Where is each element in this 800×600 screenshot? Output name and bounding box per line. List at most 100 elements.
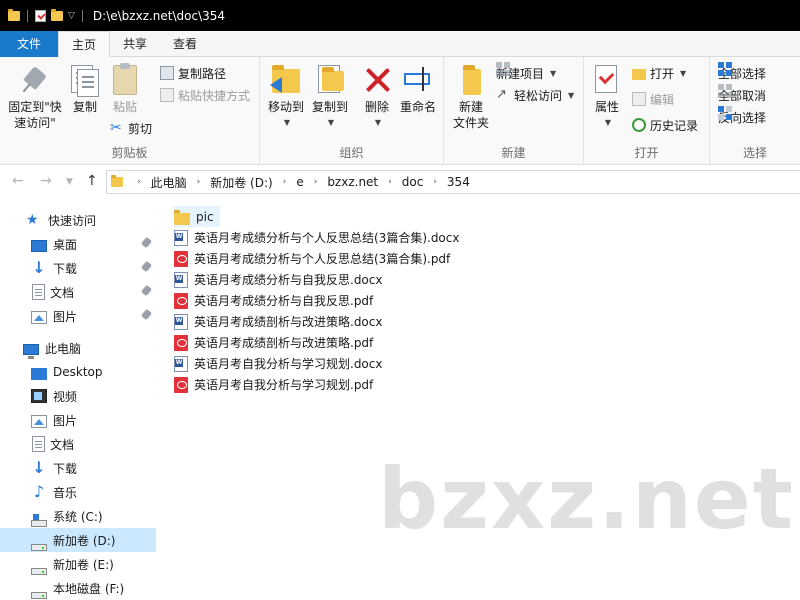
sidebar-item-videos[interactable]: 视频	[0, 384, 156, 408]
sidebar-item-drive-d[interactable]: 新加卷 (D:)	[0, 528, 156, 552]
file-row[interactable]: 英语月考成绩分析与自我反思.pdf	[174, 290, 373, 311]
properties-icon[interactable]	[35, 9, 46, 22]
delete-chevron-down-icon: ▼	[374, 118, 382, 127]
cut-button[interactable]: ✂ 剪切	[110, 117, 152, 139]
new-item-icon	[496, 62, 510, 76]
open-label: 打开	[650, 66, 675, 81]
tab-share[interactable]: 共享	[110, 31, 160, 57]
folder-icon[interactable]	[8, 8, 20, 21]
invert-selection-button[interactable]: 反向选择	[718, 106, 766, 128]
file-row-pic[interactable]: pic	[174, 206, 220, 227]
delete-button[interactable]: 删除 ▼	[360, 63, 394, 131]
breadcrumb-doc[interactable]: doc	[402, 175, 424, 189]
sidebar-item-downloads[interactable]: ↓ 下载	[0, 256, 156, 280]
breadcrumb-chevron-icon[interactable]: ›	[433, 177, 437, 187]
breadcrumb-drive-d[interactable]: 新加卷 (D:)	[210, 174, 272, 191]
customize-toolbar-chevron-icon[interactable]: ▽	[68, 11, 75, 21]
title-bar: ▽ D:\e\bzxz.net\doc\354	[0, 0, 800, 31]
breadcrumb-354[interactable]: 354	[447, 175, 470, 189]
sidebar-item-label: Desktop	[53, 365, 103, 379]
sidebar-item-documents[interactable]: 文档	[0, 280, 156, 304]
sidebar-item-quick-access[interactable]: ★ 快速访问	[0, 208, 156, 232]
ribbon-tabs: 文件 主页 共享 查看	[0, 31, 800, 58]
properties-button[interactable]: 属性 ▼	[590, 63, 624, 131]
move-to-button[interactable]: 移动到 ▼	[264, 63, 308, 131]
file-name: 英语月考成绩分析与个人反思总结(3篇合集).pdf	[194, 252, 451, 266]
sidebar-item-drive-f[interactable]: 本地磁盘 (F:)	[0, 576, 156, 600]
breadcrumb-bzxz[interactable]: bzxz.net	[327, 175, 378, 189]
new-item-button[interactable]: 新建项目 ▼	[496, 62, 556, 84]
copy-button[interactable]: 复制	[68, 63, 102, 115]
copy-path-button[interactable]: 复制路径	[160, 62, 226, 84]
sidebar-item-label: 文档	[50, 285, 75, 300]
breadcrumb-this-pc[interactable]: 此电脑	[151, 174, 187, 191]
easy-access-button[interactable]: ↗ 轻松访问 ▼	[496, 84, 574, 106]
select-group-label: 选择	[742, 146, 767, 160]
tab-home[interactable]: 主页	[58, 31, 111, 58]
word-document-icon	[174, 229, 188, 246]
sidebar-item-pictures[interactable]: 图片	[0, 304, 156, 328]
file-row[interactable]: 英语月考成绩剖析与改进策略.pdf	[174, 332, 373, 353]
select-none-button[interactable]: 全部取消	[718, 84, 766, 106]
sidebar-item-pc-downloads[interactable]: ↓ 下载	[0, 456, 156, 480]
breadcrumb-chevron-icon[interactable]: ›	[314, 177, 318, 187]
up-arrow-icon[interactable]: ↑	[86, 173, 98, 189]
folder-icon	[174, 209, 190, 225]
download-arrow-icon: ↓	[32, 258, 46, 277]
sidebar-item-this-pc[interactable]: 此电脑	[0, 336, 156, 360]
tab-view[interactable]: 查看	[160, 31, 210, 57]
move-to-icon	[270, 63, 302, 97]
file-name: 英语月考成绩分析与自我反思.docx	[194, 273, 383, 287]
breadcrumb-chevron-icon[interactable]: ›	[388, 177, 392, 187]
select-all-button[interactable]: 全部选择	[718, 62, 766, 84]
separator	[81, 9, 83, 22]
properties-icon	[591, 63, 623, 97]
open-button[interactable]: 打开 ▼	[632, 62, 686, 84]
easy-access-label: 轻松访问	[514, 88, 563, 103]
paste-shortcut-button[interactable]: 粘贴快捷方式	[160, 84, 250, 106]
sidebar-item-music[interactable]: ♪ 音乐	[0, 480, 156, 504]
recent-locations-chevron-down-icon[interactable]: ▼	[66, 177, 73, 187]
edit-button[interactable]: 编辑	[632, 88, 674, 110]
paste-button[interactable]: 粘贴	[108, 63, 142, 115]
file-row[interactable]: 英语月考成绩剖析与改进策略.docx	[174, 311, 382, 332]
copy-path-icon	[160, 66, 174, 80]
history-icon	[632, 118, 646, 132]
pin-to-quick-access-button[interactable]: 固定到"快 速访问"	[6, 63, 64, 131]
sidebar-item-drive-e[interactable]: 新加卷 (E:)	[0, 552, 156, 576]
file-row[interactable]: 英语月考成绩分析与自我反思.docx	[174, 269, 382, 290]
new-folder-icon[interactable]	[51, 8, 63, 21]
open-chevron-down-icon: ▼	[680, 68, 687, 78]
copy-path-label: 复制路径	[178, 66, 227, 81]
forward-arrow-icon[interactable]: →	[40, 173, 52, 189]
address-bar[interactable]: › 此电脑 › 新加卷 (D:) › e › bzxz.net › doc › …	[106, 170, 800, 194]
sidebar-item-pc-documents[interactable]: 文档	[0, 432, 156, 456]
sidebar-item-label: 视频	[53, 389, 78, 404]
sidebar-item-pc-desktop[interactable]: Desktop	[0, 360, 156, 384]
file-row[interactable]: 英语月考成绩分析与个人反思总结(3篇合集).docx	[174, 227, 459, 248]
pin-icon	[140, 308, 153, 321]
new-folder-button[interactable]: 新建 文件夹	[450, 63, 492, 131]
file-name: 英语月考成绩剖析与改进策略.pdf	[194, 336, 374, 350]
file-row[interactable]: 英语月考成绩分析与个人反思总结(3篇合集).pdf	[174, 248, 450, 269]
history-button[interactable]: 历史记录	[632, 114, 698, 136]
file-row[interactable]: 英语月考自我分析与学习规划.pdf	[174, 374, 373, 395]
breadcrumb-chevron-icon[interactable]: ›	[137, 177, 141, 187]
back-arrow-icon[interactable]: ←	[12, 173, 24, 189]
move-to-chevron-down-icon: ▼	[283, 118, 291, 127]
desktop-icon	[31, 240, 47, 252]
sidebar-item-label: 音乐	[53, 485, 78, 500]
paste-icon	[109, 63, 141, 97]
breadcrumb-e[interactable]: e	[296, 175, 303, 189]
pin-icon	[19, 63, 51, 97]
tab-file[interactable]: 文件	[0, 31, 58, 57]
copy-to-button[interactable]: 复制到 ▼	[308, 63, 352, 131]
breadcrumb-chevron-icon[interactable]: ›	[197, 177, 201, 187]
file-row[interactable]: 英语月考自我分析与学习规划.docx	[174, 353, 382, 374]
rename-button[interactable]: 重命名	[396, 63, 440, 115]
breadcrumb-chevron-icon[interactable]: ›	[283, 177, 287, 187]
sidebar-item-drive-c[interactable]: 系统 (C:)	[0, 504, 156, 528]
sidebar-item-pc-pictures[interactable]: 图片	[0, 408, 156, 432]
new-item-chevron-down-icon: ▼	[550, 68, 557, 78]
sidebar-item-desktop[interactable]: 桌面	[0, 232, 156, 256]
